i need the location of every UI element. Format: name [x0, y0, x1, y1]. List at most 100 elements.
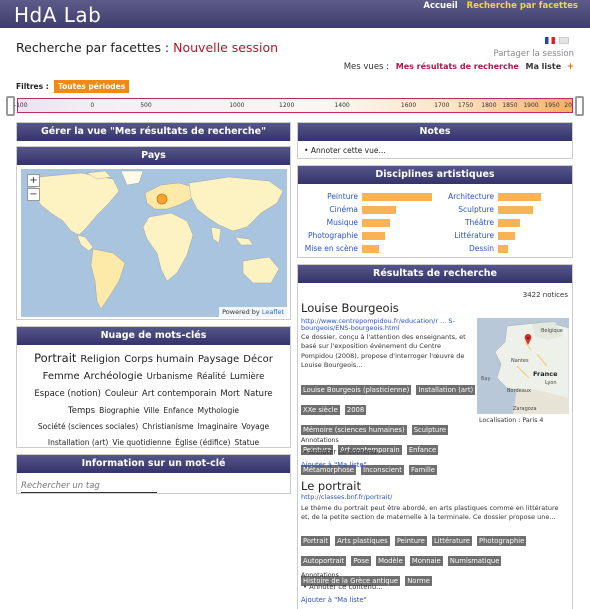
leaflet-link[interactable]: Leaflet [262, 308, 284, 316]
tag-cloud-word[interactable]: Temps [68, 406, 95, 416]
result-title[interactable]: Louise Bourgeois [301, 301, 399, 315]
tag-cloud-word[interactable]: Église (édifice) [175, 439, 230, 447]
result-title[interactable]: Le portrait [301, 479, 361, 493]
tag-cloud-word[interactable]: Nature [244, 390, 273, 399]
discipline-label[interactable]: Dessin [469, 244, 494, 253]
result-url[interactable]: http://classes.bnf.fr/portrait/ [301, 493, 392, 501]
keyword-tag[interactable]: Modèle [376, 556, 405, 566]
discipline-row[interactable]: Théâtre [436, 217, 574, 230]
discipline-label[interactable]: Peinture [327, 192, 358, 201]
tag-cloud-word[interactable]: Réalité [197, 373, 226, 382]
annotate-content-text[interactable]: Annoter ce contenu... [309, 448, 382, 456]
manage-view-header[interactable]: Gérer la vue "Mes résultats de recherche… [17, 123, 290, 141]
tag-cloud-word[interactable]: Enfance [163, 406, 193, 415]
timeline-track[interactable]: -100 0 500 1000 1200 1400 1600 1700 1750… [14, 98, 573, 113]
map-zoom-in-button[interactable]: + [27, 174, 40, 187]
keyword-tag[interactable]: Inconscient [361, 465, 404, 475]
timeline-right-handle[interactable] [575, 96, 584, 116]
discipline-label[interactable]: Littérature [454, 231, 494, 240]
discipline-row[interactable]: Littérature [436, 230, 574, 243]
keyword-tag[interactable]: Enfance [406, 445, 439, 455]
tag-cloud-word[interactable]: Paysage [198, 355, 239, 365]
add-to-list-link[interactable]: Ajouter à "Ma liste" [301, 596, 367, 604]
english-flag-icon[interactable] [559, 37, 569, 44]
keyword-tag[interactable]: Louise Bourgeois (plasticienne) [301, 385, 412, 395]
keyword-tag[interactable]: XXe siècle [301, 405, 340, 415]
keyword-tag[interactable]: Peinture [394, 536, 427, 546]
discipline-label[interactable]: Musique [327, 218, 358, 227]
tag-cloud-word[interactable]: Urbanisme [147, 373, 193, 382]
keyword-tag[interactable]: Autoportrait [301, 556, 347, 566]
tag-cloud-word[interactable]: Vie quotidienne [112, 439, 171, 447]
tag-cloud-word[interactable]: Imaginaire [198, 423, 238, 431]
tag-cloud-word[interactable]: Corps humain [124, 355, 194, 365]
app-title[interactable]: HdA Lab [14, 3, 101, 27]
keyword-tag[interactable]: Arts plastiques [335, 536, 390, 546]
keyword-tag[interactable]: Famille [409, 465, 437, 475]
keyword-tag[interactable]: Installation (art) [416, 385, 476, 395]
discipline-row[interactable]: Musique [298, 217, 436, 230]
annotate-content-link[interactable]: • Annoter ce contenu... [301, 448, 383, 456]
discipline-label[interactable]: Photographie [308, 231, 358, 240]
tag-cloud-word[interactable]: Mort [220, 390, 239, 399]
french-flag-icon[interactable] [545, 37, 555, 44]
share-session-link[interactable]: Partager la session [493, 49, 574, 59]
annotate-view-link[interactable]: • Annoter cette vue... [304, 146, 386, 155]
annotate-view-text[interactable]: Annoter cette vue... [311, 146, 386, 155]
tag-cloud-word[interactable]: Portrait [34, 352, 76, 365]
discipline-label[interactable]: Cinéma [329, 205, 358, 214]
keyword-tag[interactable]: 2008 [344, 405, 367, 415]
world-map[interactable]: + − Powered by Leaflet [21, 169, 287, 317]
keyword-tag[interactable]: Photographie [477, 536, 527, 546]
tag-cloud-word[interactable]: Lumière [230, 373, 264, 382]
keyword-tag[interactable]: Numismatique [447, 556, 502, 566]
keyword-tag[interactable]: Littérature [431, 536, 472, 546]
france-marker[interactable] [156, 193, 168, 205]
discipline-label[interactable]: Théâtre [465, 218, 494, 227]
tag-cloud-word[interactable]: Mythologie [198, 406, 239, 415]
tag-cloud-word[interactable]: Installation (art) [48, 439, 108, 447]
keyword-tag[interactable]: Pose [351, 556, 372, 566]
add-view-button[interactable]: + [567, 62, 574, 72]
add-to-list-link[interactable]: Ajouter à "Ma liste" [301, 461, 367, 469]
tag-search-input[interactable] [21, 479, 157, 493]
tag-cloud-word[interactable]: Archéologie [84, 372, 143, 382]
view-tab-my-list[interactable]: Ma liste [526, 62, 562, 71]
tag-cloud-word[interactable]: Biographie [99, 406, 139, 415]
keyword-tag[interactable]: Sculpture [411, 425, 449, 435]
tag-cloud-word[interactable]: Christianisme [142, 423, 193, 431]
discipline-row[interactable]: Architecture [436, 191, 574, 204]
discipline-label[interactable]: Architecture [448, 192, 494, 201]
annotate-content-text[interactable]: Annoter ce contenu... [309, 583, 382, 591]
discipline-row[interactable]: Mise en scène [298, 243, 436, 256]
keyword-tag[interactable]: Monnaie [409, 556, 443, 566]
discipline-row[interactable]: Photographie [298, 230, 436, 243]
map-zoom-out-button[interactable]: − [27, 188, 40, 201]
tag-cloud-word[interactable]: Statue [234, 439, 259, 447]
filter-chip-all-periods[interactable]: Toutes périodes [54, 80, 130, 93]
result-location-map[interactable]: Belgique Nantes France Lyon Bay Bordeaux… [477, 318, 569, 414]
tag-cloud-word[interactable]: Couleur [105, 390, 138, 399]
discipline-label[interactable]: Mise en scène [305, 244, 358, 253]
tag-cloud-word[interactable]: Décor [243, 355, 273, 365]
keyword-tag[interactable]: Portrait [301, 536, 330, 546]
result-url[interactable]: http://www.centrepompidou.fr/education/r… [301, 317, 473, 333]
annotate-content-link[interactable]: • Annoter ce contenu... [301, 583, 383, 591]
view-tab-results[interactable]: Mes résultats de recherche [396, 62, 519, 71]
tag-cloud-word[interactable]: Ville [144, 406, 160, 415]
tag-cloud-word[interactable]: Société (sciences sociales) [38, 423, 138, 431]
nav-home-link[interactable]: Accueil [423, 1, 457, 11]
discipline-row[interactable]: Sculpture [436, 204, 574, 217]
tag-cloud-word[interactable]: Art contemporain [142, 390, 217, 399]
discipline-row[interactable]: Dessin [436, 243, 574, 256]
discipline-label[interactable]: Sculpture [458, 205, 494, 214]
discipline-row[interactable]: Cinéma [298, 204, 436, 217]
tag-cloud-word[interactable]: Religion [80, 355, 120, 365]
tag-cloud-word[interactable]: Voyage [242, 423, 270, 431]
tag-cloud-word[interactable]: Femme [43, 372, 80, 382]
discipline-row[interactable]: Peinture [298, 191, 436, 204]
tag-cloud-word[interactable]: Espace (notion) [34, 390, 101, 399]
keyword-tag[interactable]: Mémoire (sciences humaines) [301, 425, 407, 435]
keyword-tag[interactable]: Norme [405, 576, 432, 586]
nav-facets-link[interactable]: Recherche par facettes [467, 1, 578, 11]
